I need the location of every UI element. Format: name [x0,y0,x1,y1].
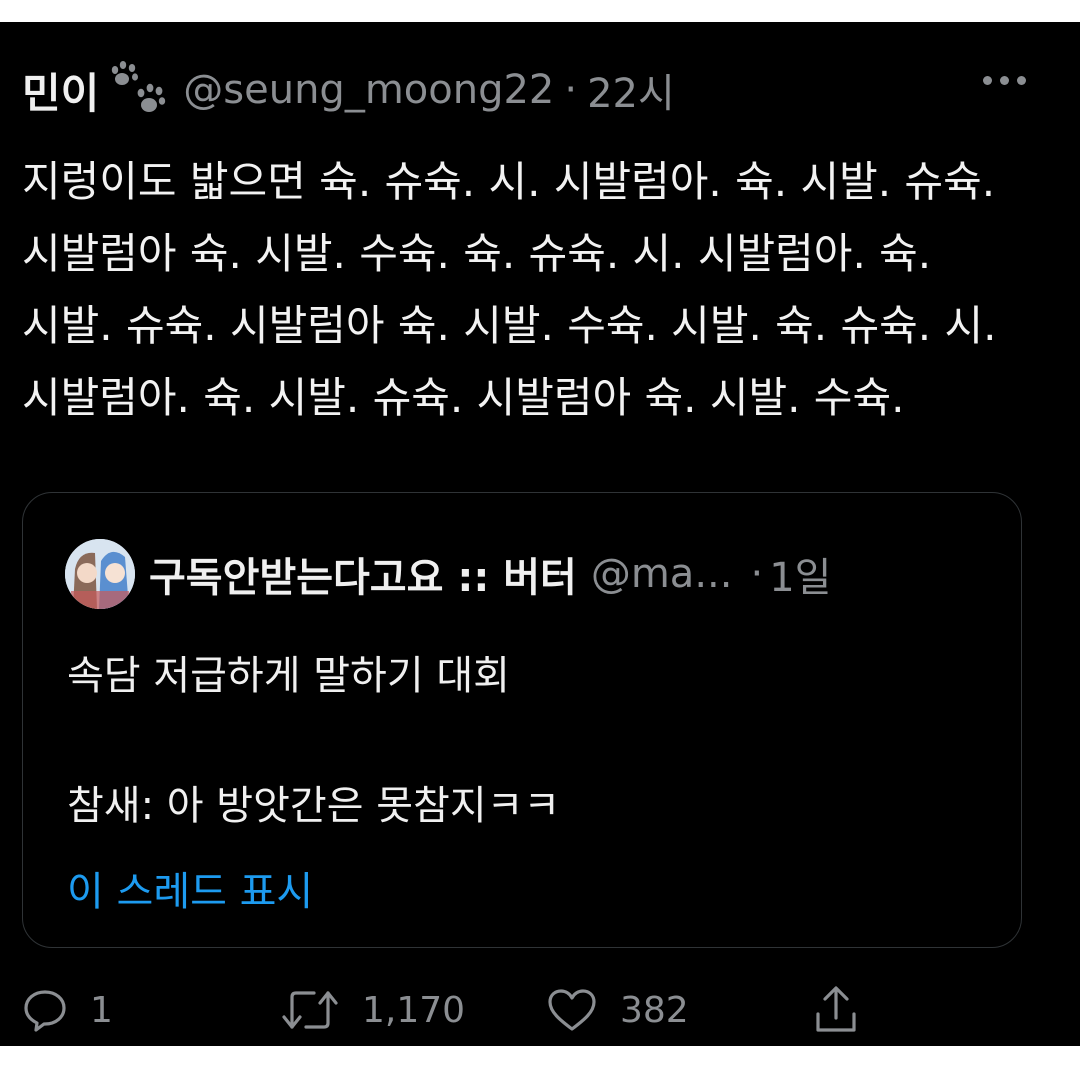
like-count: 382 [620,989,689,1031]
heart-icon [546,987,598,1033]
quote-tweet-card[interactable]: 구독안받는다고요 :: 버터 @ma... · 1일 속담 저급하게 말하기 대… [22,492,1022,948]
tweet-screen: 민이 @seung_moong22 · 22시 지렁이도 밟으면 슉. 슈슉. … [0,22,1080,1046]
reply-button[interactable]: 1 [22,980,113,1040]
quote-text-line-2: 참새: 아 방앗간은 못참지ㅋㅋ [67,783,561,829]
quote-time[interactable]: 1일 [769,545,831,603]
like-button[interactable]: 382 [546,980,689,1040]
tweet-text: 지렁이도 밟으면 슉. 슈슉. 시. 시발럼아. 슉. 시발. 슈슉. 시발럼아… [22,157,997,422]
share-button[interactable] [812,980,860,1040]
author-name[interactable]: 민이 [22,60,99,121]
avatar[interactable] [65,539,135,609]
retweet-button[interactable]: 1,170 [280,980,465,1040]
retweet-icon [280,987,340,1033]
paw-icon [107,60,169,120]
reply-icon [22,987,68,1033]
more-icon[interactable] [983,76,1026,85]
share-icon [812,984,860,1036]
tweet-actions: 1 1,170 382 [22,980,1022,1040]
author-handle[interactable]: @seung_moong22 [183,67,554,113]
quote-author-name[interactable]: 구독안받는다고요 :: 버터 [149,545,577,603]
quote-author-handle[interactable]: @ma... [591,551,733,597]
tweet-header: 민이 @seung_moong22 · 22시 [22,60,1062,120]
header-separator: · [564,67,578,113]
quote-separator: · [750,551,764,597]
retweet-count: 1,170 [362,989,466,1031]
quote-header: 구독안받는다고요 :: 버터 @ma... · 1일 [65,537,1005,611]
reply-count: 1 [90,989,113,1031]
tweet-time[interactable]: 22시 [587,61,675,119]
quote-text-line-1: 속담 저급하게 말하기 대회 [67,653,510,699]
show-thread-link[interactable]: 이 스레드 표시 [67,859,313,917]
